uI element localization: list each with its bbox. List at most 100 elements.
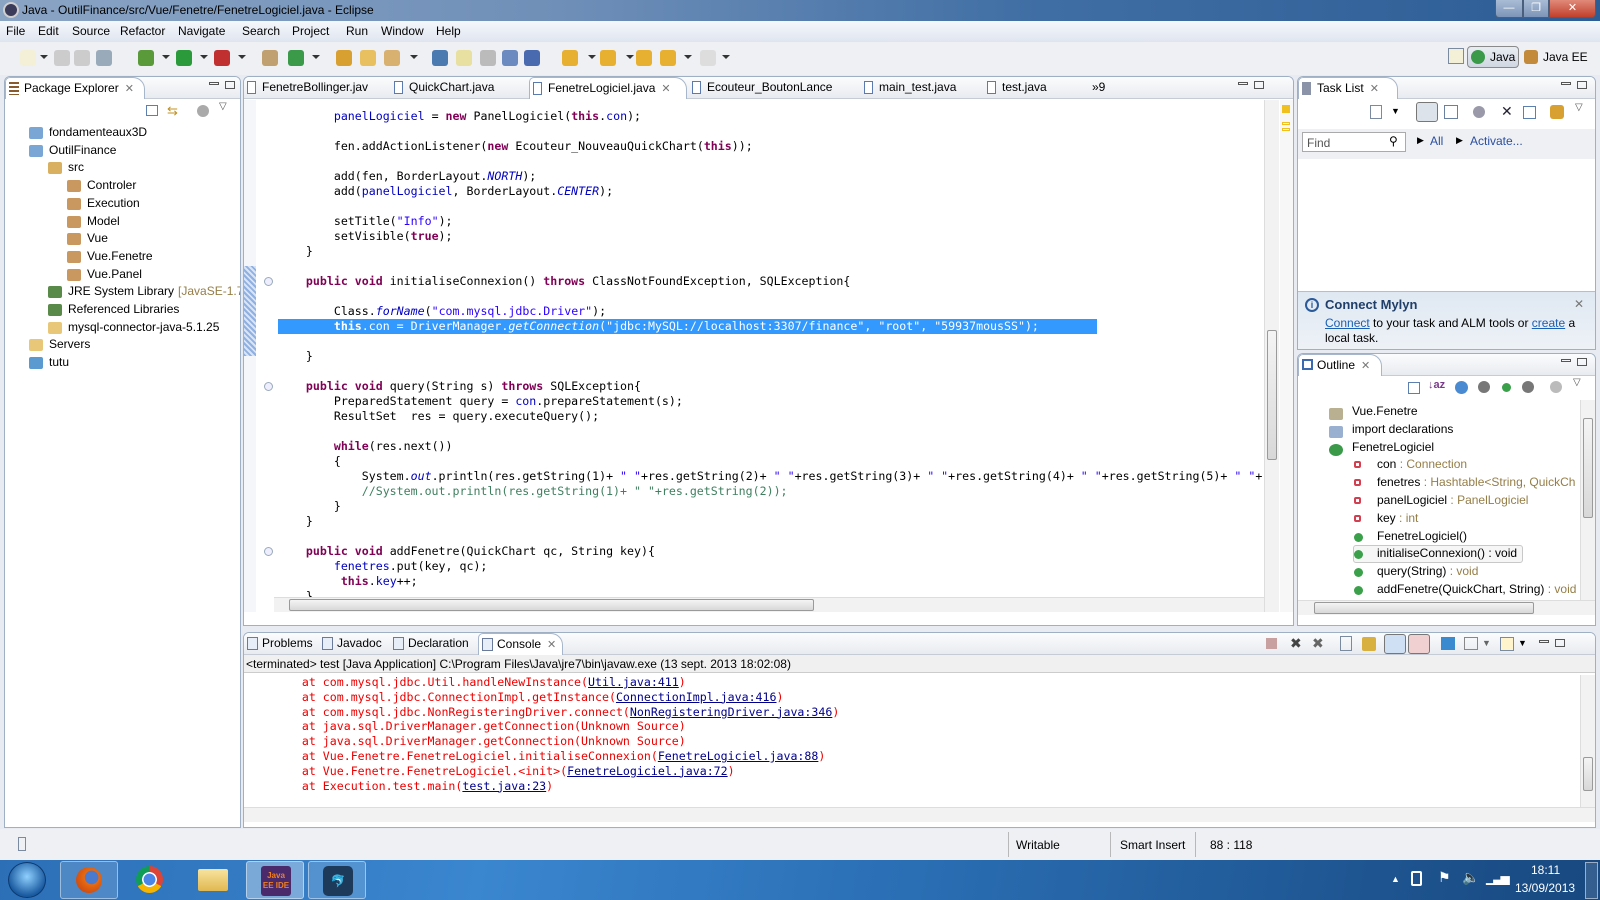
clock-date[interactable]: 13/09/2013 [1515,881,1575,895]
close-icon[interactable]: ✕ [547,639,556,651]
close-icon[interactable]: ✕ [1370,83,1379,95]
maximize-view-icon[interactable] [1577,81,1587,89]
outline-item[interactable]: initialiseConnexion() : void [1351,546,1517,560]
bottom-tab-console[interactable]: Console ✕ [478,633,563,655]
save-all-icon[interactable] [74,50,90,66]
outline-item[interactable]: FenetreLogiciel [1326,440,1434,456]
editor-horizontal-scrollbar[interactable] [274,597,1264,612]
minimize-view-icon[interactable] [1561,82,1571,85]
toggle-breadcrumb-icon[interactable] [480,50,496,66]
activate-link[interactable]: Activate... [1470,134,1523,148]
perspective-java-ee-button[interactable]: Java EE [1523,46,1595,68]
minimize-view-icon[interactable] [209,82,219,85]
start-button[interactable] [8,862,46,898]
debug-icon[interactable] [138,50,154,66]
link-with-editor-icon[interactable]: ⇆ [167,103,178,119]
close-icon[interactable]: ✕ [1361,360,1370,372]
editor-tab[interactable]: main_test.java [861,77,981,99]
minimize-view-icon[interactable] [1561,359,1571,362]
minimize-editor-icon[interactable] [1238,82,1248,85]
occurrence-marker[interactable] [1282,122,1290,125]
outline-item[interactable]: addFenetre(QuickChart, String) : void [1351,582,1576,596]
close-icon[interactable]: ✕ [1574,297,1584,311]
tree-item[interactable]: Referenced Libraries [48,302,179,316]
editor-tab[interactable]: QuickChart.java [391,77,528,99]
terminate-icon[interactable] [1266,638,1277,649]
maximize-view-icon[interactable] [225,81,235,89]
outline-item[interactable]: key : int [1351,511,1418,525]
code-area[interactable]: panelLogiciel = new PanelLogiciel(this.c… [244,100,1264,612]
clock-time[interactable]: 18:11 [1531,863,1560,877]
tab-package-explorer[interactable]: Package Explorer ✕ [5,77,145,99]
dropdown-arrow-icon[interactable] [238,55,246,59]
dropdown-arrow-icon[interactable] [312,55,320,59]
outline-item[interactable]: panelLogiciel : PanelLogiciel [1351,493,1528,507]
show-on-stderr-icon[interactable] [1408,634,1430,654]
new-icon[interactable] [20,50,36,66]
dropdown-arrow-icon[interactable]: ▼ [1482,638,1491,648]
scroll-lock-icon[interactable] [1362,637,1376,651]
warning-marker-icon[interactable] [1282,105,1290,113]
bottom-tab-problems[interactable]: Problems [244,633,317,655]
menu-project[interactable]: Project [292,24,329,38]
dropdown-arrow-icon[interactable]: ▼ [1391,106,1400,116]
outline-item[interactable]: FenetreLogiciel() [1351,529,1467,543]
menu-help[interactable]: Help [436,24,461,38]
restore-button[interactable]: ❐ [1523,0,1549,18]
taskbar-mysql-workbench[interactable]: 🐬 [308,861,366,899]
close-icon[interactable]: ✕ [125,83,134,95]
power-icon[interactable] [1411,871,1422,886]
open-console-icon[interactable] [1500,637,1514,651]
forward-icon[interactable] [660,50,676,66]
fast-view-icon[interactable] [18,837,26,851]
next-annotation-icon[interactable] [432,50,448,66]
show-desktop-button[interactable] [1585,862,1598,899]
next-edit-icon[interactable] [562,50,578,66]
menu-navigate[interactable]: Navigate [178,24,225,38]
stack-trace-link[interactable]: FenetreLogiciel.java:88 [658,749,819,763]
new-task-icon[interactable] [1370,105,1382,119]
synchronize-icon[interactable] [1550,105,1564,119]
search-icon[interactable] [384,50,400,66]
action-center-flag-icon[interactable]: ⚑ [1438,869,1451,886]
console-vertical-scrollbar[interactable] [1580,675,1595,807]
menu-file[interactable]: File [6,24,25,38]
minimize-button[interactable]: — [1495,0,1523,18]
clear-console-icon[interactable] [1340,636,1352,651]
collapse-all-icon[interactable] [1408,382,1420,394]
editor-tab[interactable]: FenetreLogiciel.java ✕ [529,77,687,99]
focus-on-task-icon[interactable] [197,105,209,117]
maximize-view-icon[interactable] [1555,639,1565,647]
new-java-package-icon[interactable] [262,50,278,66]
task-find-input[interactable]: Find ⚲ [1302,132,1406,152]
view-menu-icon[interactable]: ▽ [1575,102,1583,113]
open-perspective-icon[interactable] [1448,48,1464,64]
tree-item[interactable]: Vue.Fenetre [67,249,153,263]
outline-item[interactable]: fenetres : Hashtable<String, QuickCh [1351,475,1575,489]
outline-item[interactable]: import declarations [1326,422,1453,438]
stack-trace-link[interactable]: FenetreLogiciel.java:72 [567,764,728,778]
tree-item[interactable]: Model [67,214,120,228]
create-link[interactable]: create [1532,316,1565,330]
run-external-icon[interactable] [214,50,230,66]
tree-item[interactable]: mysql-connector-java-5.1.25 [48,320,219,334]
taskbar-chrome[interactable] [120,861,178,899]
tree-item[interactable]: Controler [67,178,136,193]
scrollbar-thumb[interactable] [289,599,814,611]
fold-collapse-icon[interactable] [264,547,273,556]
outline-item[interactable]: query(String) : void [1351,564,1478,578]
collapse-all-icon[interactable] [146,105,158,116]
show-on-stdout-icon[interactable] [1384,634,1406,654]
focus-icon[interactable] [1473,106,1485,118]
categorized-icon[interactable] [1416,102,1438,122]
dropdown-arrow-icon[interactable]: ▼ [1518,638,1527,648]
editor-tab[interactable]: FenetreBollinger.jav [244,77,389,99]
forward-history-icon[interactable] [700,50,716,66]
maximize-view-icon[interactable] [1577,358,1587,366]
dropdown-arrow-icon[interactable] [410,55,418,59]
outline-tree[interactable]: Vue.Fenetre import declarations FenetreLog… [1298,400,1580,600]
console-output[interactable]: at com.mysql.jdbc.Util.handleNewInstance… [244,675,1580,807]
more-tabs-button[interactable]: »9 [1092,80,1105,94]
remove-launch-icon[interactable]: ✖ [1290,635,1302,652]
connect-link[interactable]: Connect [1325,316,1370,330]
